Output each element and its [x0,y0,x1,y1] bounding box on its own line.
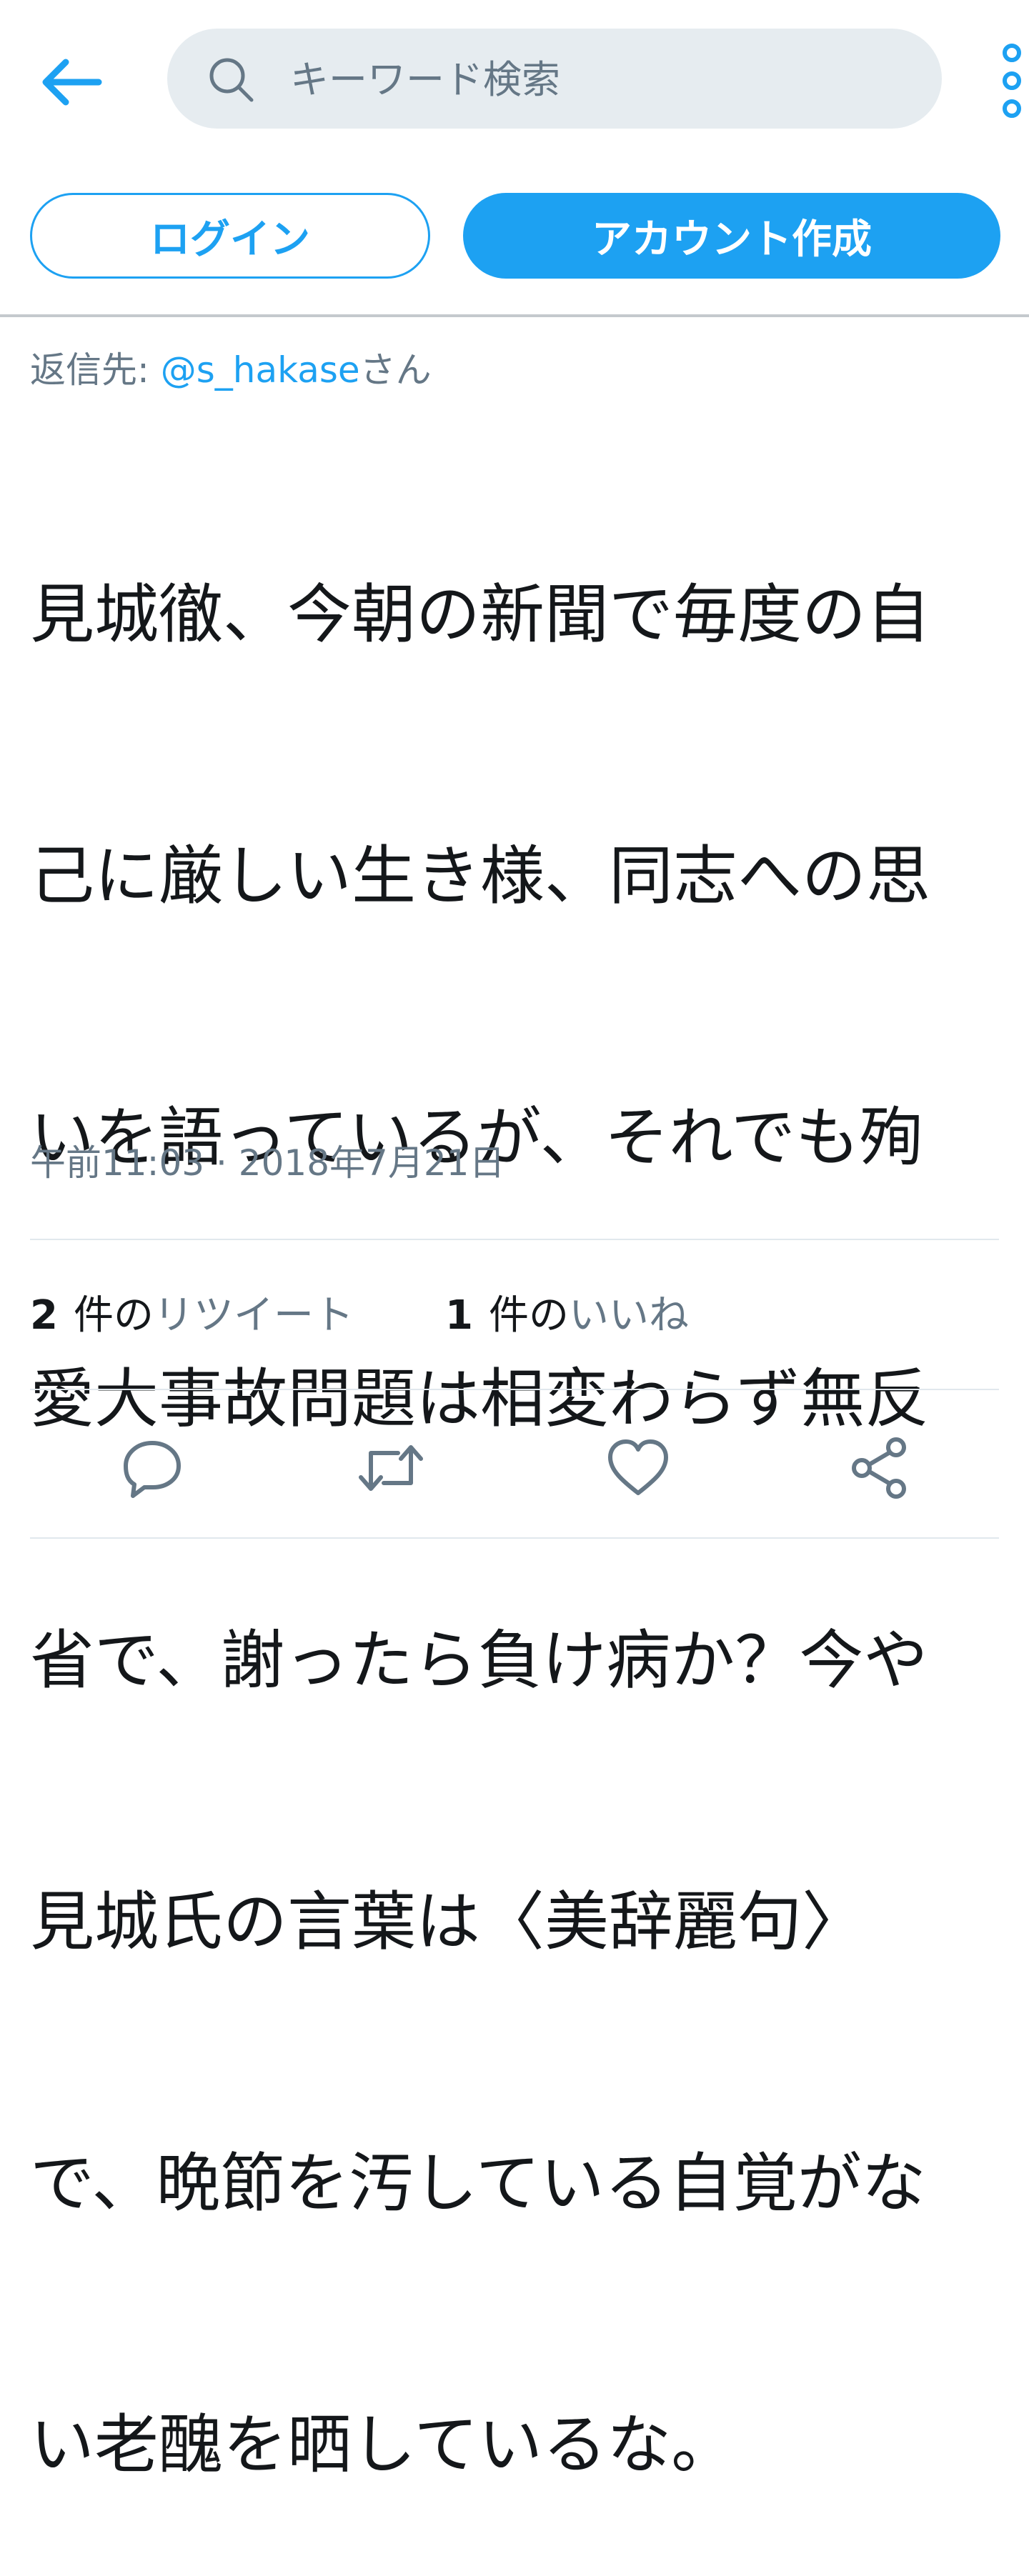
retweet-count-link[interactable]: 2 件の リツイート [30,1283,354,1341]
like-unit: 件の [488,1292,569,1339]
share-icon [852,1437,906,1499]
reply-to-suffix: さん [359,349,432,391]
reply-to-prefix: 返信先: [30,349,161,391]
share-button[interactable] [840,1429,919,1507]
like-button[interactable] [599,1429,677,1507]
heart-icon [608,1439,668,1495]
tweet-stats: 2 件の リツイート 1 件の いいね [30,1283,689,1340]
arrow-left-icon [42,59,102,106]
reply-icon [124,1441,181,1498]
retweet-unit: 件の [73,1292,154,1339]
top-bar [0,0,1029,157]
tweet-timestamp[interactable]: 午前11:03 · 2018年7月21日 [30,1134,504,1186]
like-label: いいね [568,1292,689,1339]
divider [30,1239,999,1240]
retweet-label: リツイート [153,1292,354,1339]
tweet-text-line: 省で、謝ったら負け病か？今や [30,1623,928,1698]
more-vertical-icon [1003,44,1021,118]
create-account-button[interactable]: アカウント作成 [463,193,1000,279]
back-button[interactable] [31,43,110,121]
tweet-text-line: 見城氏の言葉は〈美辞麗句〉 [30,1884,866,1960]
retweet-count: 2 [30,1292,58,1339]
reply-to-line: 返信先: @s_hakaseさん [30,341,432,393]
search-input[interactable] [289,43,920,116]
search-box[interactable] [167,29,942,129]
retweet-icon [359,1445,423,1491]
divider [30,1389,999,1390]
divider [30,1537,999,1539]
search-icon [209,58,254,102]
like-count-link[interactable]: 1 件の いいね [445,1283,689,1341]
login-button[interactable]: ログイン [30,193,430,279]
like-count: 1 [444,1292,473,1339]
reply-button[interactable] [113,1429,192,1507]
tweet-text-line: い老醜を晒しているな。 [30,2407,736,2482]
reply-to-handle-link[interactable]: @s_hakase [161,349,360,391]
more-button[interactable] [995,41,1029,120]
tweet-text-line: で、晩節を汚している自覚がな [30,2146,926,2221]
retweet-button[interactable] [352,1429,430,1507]
header-divider [0,314,1029,317]
tweet-text-line: 己に厳しい生き様、同志への思 [30,839,930,914]
tweet-text-line: 見城徹、今朝の新聞で毎度の自 [30,577,930,652]
